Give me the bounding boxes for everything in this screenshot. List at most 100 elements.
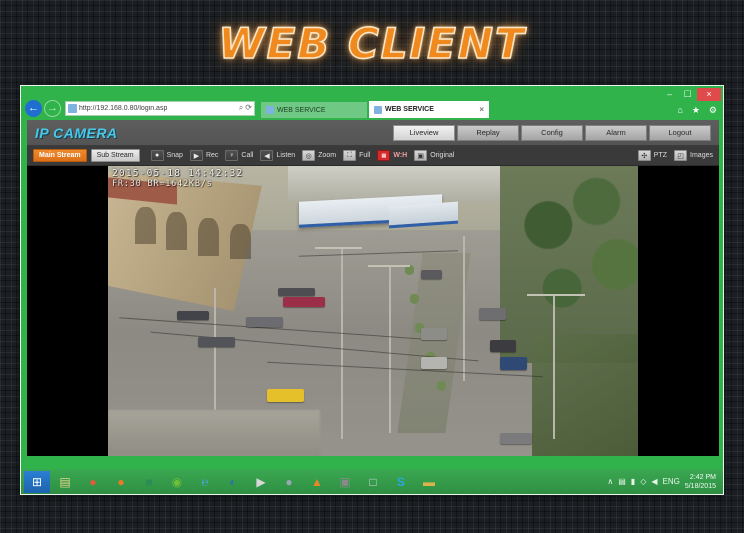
tab-close-icon[interactable]: ×: [479, 105, 484, 114]
listen-label: Listen: [276, 152, 296, 159]
original-size-button[interactable]: ▣ Original: [414, 150, 454, 161]
images-label: Images: [690, 152, 713, 159]
sub-stream-button[interactable]: Sub Stream: [90, 149, 140, 162]
screenshot-root: WEB CLIENT – ☐ × ⌂ ★ ⚙ ← → http://192.16…: [0, 0, 744, 533]
search-icon[interactable]: ⌕: [239, 104, 243, 112]
video-blurred-region: [108, 409, 320, 456]
video-sapling: [404, 264, 414, 279]
address-bar[interactable]: http://192.168.0.80/login.asp ⌕ ⟳: [65, 100, 255, 116]
refresh-icon[interactable]: ⟳: [245, 104, 252, 112]
video-pole-arm: [526, 293, 585, 296]
images-button[interactable]: ◰ Images: [674, 150, 713, 161]
network-icon[interactable]: ▤: [618, 477, 626, 486]
clock-time: 2:42 PM: [689, 473, 716, 481]
camera-app-icon[interactable]: ▣: [332, 471, 358, 493]
show-hidden-icons-icon[interactable]: ∧: [607, 477, 613, 486]
start-button[interactable]: ⊞: [24, 470, 50, 493]
notepad-icon[interactable]: □: [360, 471, 386, 493]
record-label: Rec: [205, 152, 219, 159]
call-label: Call: [241, 152, 254, 159]
internet-explorer-icon[interactable]: ℮: [192, 471, 218, 493]
tab-liveview[interactable]: Liveview: [393, 124, 455, 141]
snap-label: Snap: [166, 152, 183, 159]
site-favicon-icon: [68, 103, 77, 113]
steam-icon[interactable]: ●: [276, 471, 302, 493]
browser-tab-1-label: WEB SERVICE: [277, 106, 326, 114]
tab-favicon-icon: [374, 105, 382, 114]
skype-icon[interactable]: S: [388, 471, 414, 493]
page-title: WEB CLIENT: [218, 18, 526, 69]
forward-button[interactable]: →: [44, 99, 61, 117]
volume-icon[interactable]: ◀: [651, 477, 657, 486]
aspect-ratio-button[interactable]: ▤ W:H: [377, 150, 407, 161]
zoom-button[interactable]: ◎ Zoom: [302, 150, 336, 161]
app-logo: IP CAMERA: [35, 124, 118, 141]
call-button[interactable]: ♀ Call: [225, 150, 253, 161]
windows-taskbar: ⊞ ▤ ● ● ■ ◉ ℮ ◐ ▶ ● ▲ ▣ □ S ▬ ∧ ▤ ▮ ◇ ◀ …: [20, 469, 724, 495]
tab-replay[interactable]: Replay: [457, 124, 519, 141]
browser-nav-row: ← → http://192.168.0.80/login.asp ⌕ ⟳ WE…: [21, 98, 723, 118]
original-size-icon: ▣: [414, 150, 428, 161]
live-toolbar: Main Stream Sub Stream ● Snap ▶ Rec ♀ Ca…: [27, 146, 719, 166]
video-sapling: [436, 380, 446, 395]
main-stream-button[interactable]: Main Stream: [33, 149, 87, 162]
microphone-icon: ♀: [225, 150, 239, 161]
listen-button[interactable]: ◀ Listen: [260, 150, 295, 161]
video-vehicle: [282, 296, 326, 307]
media-player-icon[interactable]: ▶: [248, 471, 274, 493]
video-arch: [229, 224, 252, 259]
tab-config[interactable]: Config: [521, 124, 583, 141]
vlc-icon[interactable]: ▲: [304, 471, 330, 493]
video-utility-pole: [388, 264, 391, 433]
browser-tab-2[interactable]: WEB SERVICE ×: [369, 101, 489, 118]
tab-favicon-icon: [266, 106, 274, 114]
firefox-icon[interactable]: ●: [108, 471, 134, 493]
app-nav-tabs: Liveview Replay Config Alarm Logout: [393, 124, 711, 141]
video-arch: [166, 212, 188, 251]
speaker-icon: ◀: [260, 150, 274, 161]
video-sapling: [410, 293, 420, 308]
web-page-content: IP CAMERA Liveview Replay Config Alarm L…: [27, 120, 719, 456]
browser-tab-2-label: WEB SERVICE: [385, 106, 434, 113]
video-timestamp: 2015-05-18 14:42:32: [112, 168, 244, 179]
video-vehicle: [176, 311, 209, 320]
zoom-label: Zoom: [318, 152, 337, 159]
toolbar-right-group: ✣ PTZ ◰ Images: [631, 150, 713, 161]
live-video-stream[interactable]: 2015-05-18 14:42:32 FR:30 BR=1642KB/s: [108, 166, 638, 456]
video-vehicle: [500, 432, 532, 445]
tab-logout[interactable]: Logout: [649, 124, 711, 141]
file-explorer-icon[interactable]: ▤: [52, 471, 78, 493]
record-icon: ▶: [189, 150, 203, 161]
video-arch: [134, 206, 156, 245]
video-vehicle: [500, 357, 527, 371]
battery-icon[interactable]: ▮: [631, 477, 635, 486]
video-vehicle: [245, 316, 283, 327]
browser-tab-1[interactable]: WEB SERVICE: [261, 102, 367, 118]
video-vehicle: [420, 328, 448, 340]
fullscreen-icon: ⛶: [343, 150, 357, 161]
ptz-label: PTZ: [653, 152, 668, 159]
action-center-icon[interactable]: ◇: [640, 477, 646, 486]
video-utility-pole: [214, 287, 216, 410]
system-tray: ∧ ▤ ▮ ◇ ◀ ENG 2:42 PM 5/18/2015: [607, 473, 720, 491]
language-indicator[interactable]: ENG: [663, 477, 680, 486]
opera-icon[interactable]: ◐: [220, 471, 246, 493]
zoom-icon: ◎: [302, 150, 316, 161]
snap-button[interactable]: ● Snap: [150, 150, 183, 161]
aspect-ratio-icon: ▤: [377, 150, 391, 161]
camera-icon: ●: [150, 150, 164, 161]
chrome-icon[interactable]: ●: [80, 471, 106, 493]
video-bitrate-info: FR:30 BR=1642KB/s: [112, 179, 213, 189]
office-icon[interactable]: ■: [136, 471, 162, 493]
nvidia-icon[interactable]: ◉: [164, 471, 190, 493]
record-button[interactable]: ▶ Rec: [189, 150, 219, 161]
video-osd-overlay: 2015-05-18 14:42:32 FR:30 BR=1642KB/s: [112, 168, 243, 190]
video-arch: [198, 218, 220, 256]
fullscreen-button[interactable]: ⛶ Full: [343, 150, 370, 161]
back-button[interactable]: ←: [25, 99, 42, 117]
ptz-button[interactable]: ✣ PTZ: [637, 150, 668, 161]
clock[interactable]: 2:42 PM 5/18/2015: [685, 473, 716, 491]
video-area: 2015-05-18 14:42:32 FR:30 BR=1642KB/s: [27, 166, 719, 456]
folder-icon[interactable]: ▬: [416, 471, 442, 493]
tab-alarm[interactable]: Alarm: [585, 124, 647, 141]
